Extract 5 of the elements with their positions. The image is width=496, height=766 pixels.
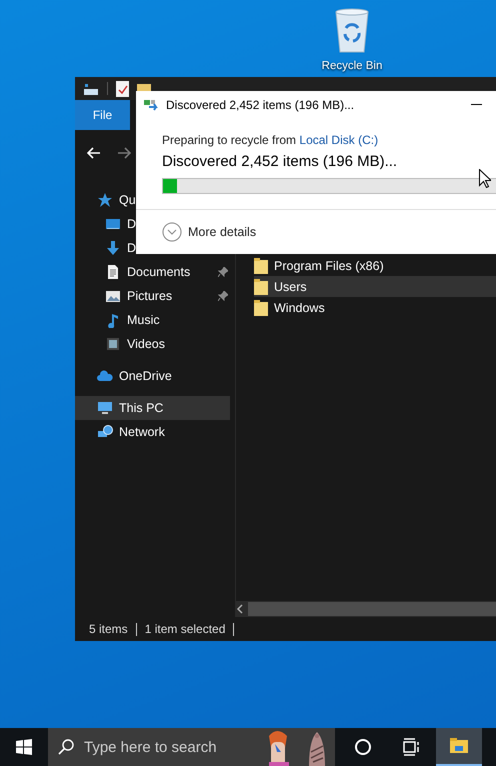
item-count: 5 items xyxy=(89,622,128,636)
recycle-message: Preparing to recycle from Local Disk (C:) xyxy=(162,133,380,147)
progress-status: Discovered 2,452 items (196 MB)... xyxy=(162,153,398,170)
dialog-title: Discovered 2,452 items (196 MB)... xyxy=(166,98,356,112)
selection-count: 1 item selected xyxy=(144,622,226,636)
